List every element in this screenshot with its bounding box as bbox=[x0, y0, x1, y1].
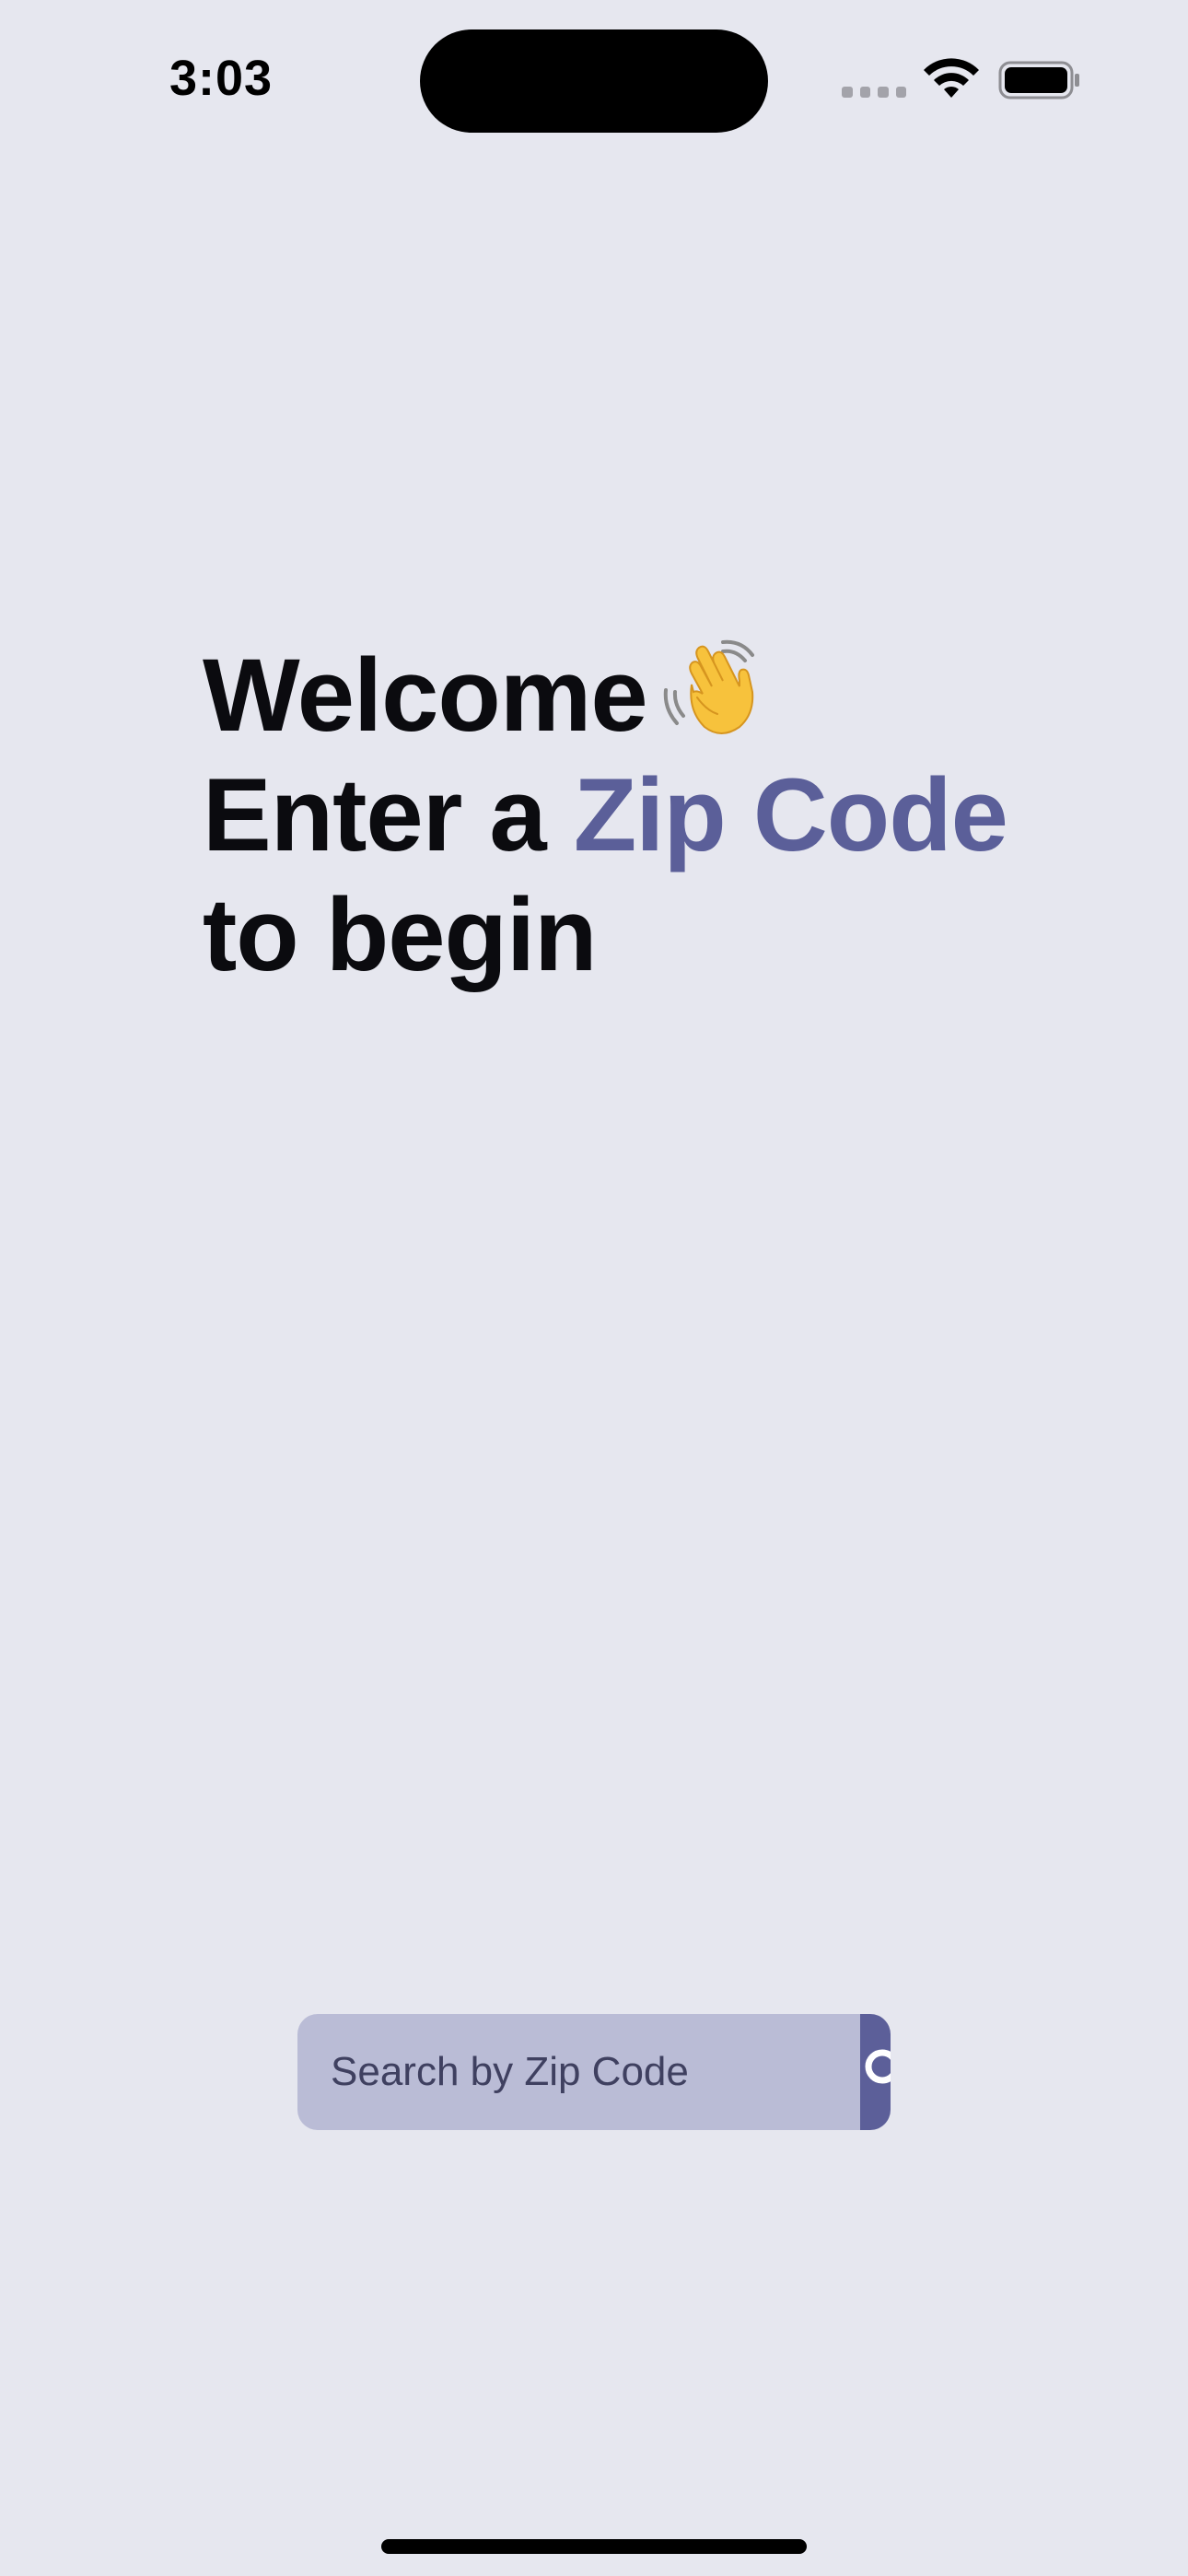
welcome-headline: Welcome Enter a Zip Code to begin bbox=[203, 636, 1087, 995]
dynamic-island bbox=[420, 29, 768, 133]
welcome-text: Welcome bbox=[203, 638, 648, 753]
zip-search-bar bbox=[297, 2014, 891, 2130]
enter-a-text: Enter a bbox=[203, 757, 547, 872]
status-time: 3:03 bbox=[169, 51, 274, 106]
headline-line-2: Enter a Zip Code bbox=[203, 755, 1087, 875]
zip-code-search-input[interactable] bbox=[297, 2014, 860, 2130]
battery-icon bbox=[998, 61, 1079, 100]
search-icon bbox=[865, 2049, 891, 2084]
zip-code-highlight: Zip Code bbox=[573, 757, 1008, 872]
headline-line-3: to begin bbox=[203, 877, 597, 992]
home-indicator[interactable] bbox=[381, 2539, 807, 2554]
search-button[interactable] bbox=[860, 2014, 891, 2130]
headline-line-1: Welcome bbox=[203, 636, 1087, 755]
cellular-signal-icon bbox=[842, 87, 906, 98]
wifi-icon bbox=[924, 58, 979, 98]
waving-hand-icon bbox=[663, 639, 754, 734]
